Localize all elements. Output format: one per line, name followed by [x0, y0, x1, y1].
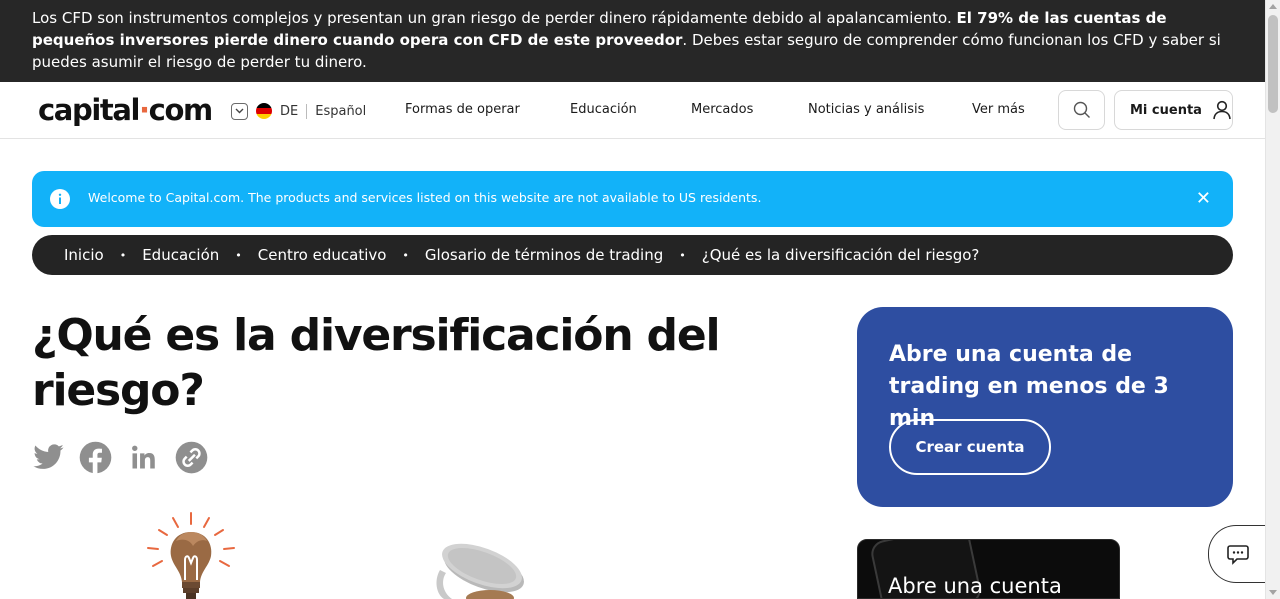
risk-warning-banner: Los CFD son instrumentos complejos y pre…	[0, 0, 1265, 82]
user-icon	[1213, 100, 1231, 120]
risk-warning-text: Los CFD son instrumentos complejos y pre…	[32, 9, 957, 27]
breadcrumb-current: ¿Qué es la diversificación del riesgo?	[701, 246, 980, 264]
divider	[306, 103, 308, 119]
germany-flag-icon	[256, 103, 272, 119]
my-account-button[interactable]: Mi cuenta	[1114, 90, 1233, 130]
us-residents-notice: Welcome to Capital.com. The products and…	[32, 171, 1233, 227]
nav-news-analysis[interactable]: Noticias y análisis	[808, 102, 924, 117]
chevron-down-icon[interactable]	[231, 102, 248, 120]
notice-message: Welcome to Capital.com. The products and…	[88, 190, 762, 205]
language-selector[interactable]: DE Español	[231, 101, 366, 121]
scroll-up-arrow-icon[interactable]	[1269, 4, 1277, 9]
nav-ways-to-trade[interactable]: Formas de operar	[405, 102, 520, 117]
open-account-card: Abre una cuenta de trading en menos de 3…	[857, 307, 1233, 507]
breadcrumb: Inicio • Educación • Centro educativo • …	[32, 235, 1233, 275]
breadcrumb-item[interactable]: Educación	[142, 246, 219, 264]
capital-logo[interactable]: capital·com	[38, 93, 213, 127]
breadcrumb-item[interactable]: Glosario de términos de trading	[425, 246, 663, 264]
close-icon[interactable]: ✕	[1196, 189, 1211, 209]
copy-link-icon[interactable]	[175, 441, 208, 474]
breadcrumb-separator: •	[119, 248, 127, 262]
lightbulb-illustration	[147, 512, 235, 599]
linkedin-icon[interactable]	[127, 441, 160, 474]
scroll-down-arrow-icon[interactable]	[1269, 590, 1277, 595]
scrollbar-thumb[interactable]	[1268, 15, 1278, 113]
site-header: capital·com DE Español Formas de operar …	[0, 82, 1265, 139]
nav-education[interactable]: Educación	[570, 102, 637, 117]
page-scrollbar[interactable]	[1265, 0, 1280, 599]
country-code: DE	[280, 103, 299, 119]
breadcrumb-separator: •	[235, 248, 242, 262]
nav-more[interactable]: Ver más	[972, 102, 1025, 117]
nav-markets[interactable]: Mercados	[691, 102, 753, 117]
breadcrumb-item[interactable]: Centro educativo	[258, 246, 387, 264]
promo-text: Abre una cuenta	[888, 574, 1062, 598]
language-name[interactable]: Español	[315, 104, 366, 119]
search-button[interactable]	[1058, 90, 1105, 130]
chat-button[interactable]	[1208, 525, 1266, 583]
breadcrumb-item[interactable]: Inicio	[64, 246, 104, 264]
twitter-icon[interactable]	[32, 441, 65, 474]
coin-illustration	[436, 543, 524, 599]
info-icon	[50, 189, 70, 209]
app-promo-banner[interactable]: Abre una cuenta	[857, 539, 1120, 599]
search-icon	[1073, 101, 1090, 118]
chat-icon	[1227, 545, 1249, 565]
breadcrumb-separator: •	[402, 248, 409, 262]
create-account-button[interactable]: Crear cuenta	[889, 419, 1051, 475]
my-account-label: Mi cuenta	[1130, 102, 1202, 118]
page-title: ¿Qué es la diversificación del riesgo?	[32, 310, 721, 416]
breadcrumb-separator: •	[679, 248, 686, 262]
facebook-icon[interactable]	[79, 441, 112, 474]
